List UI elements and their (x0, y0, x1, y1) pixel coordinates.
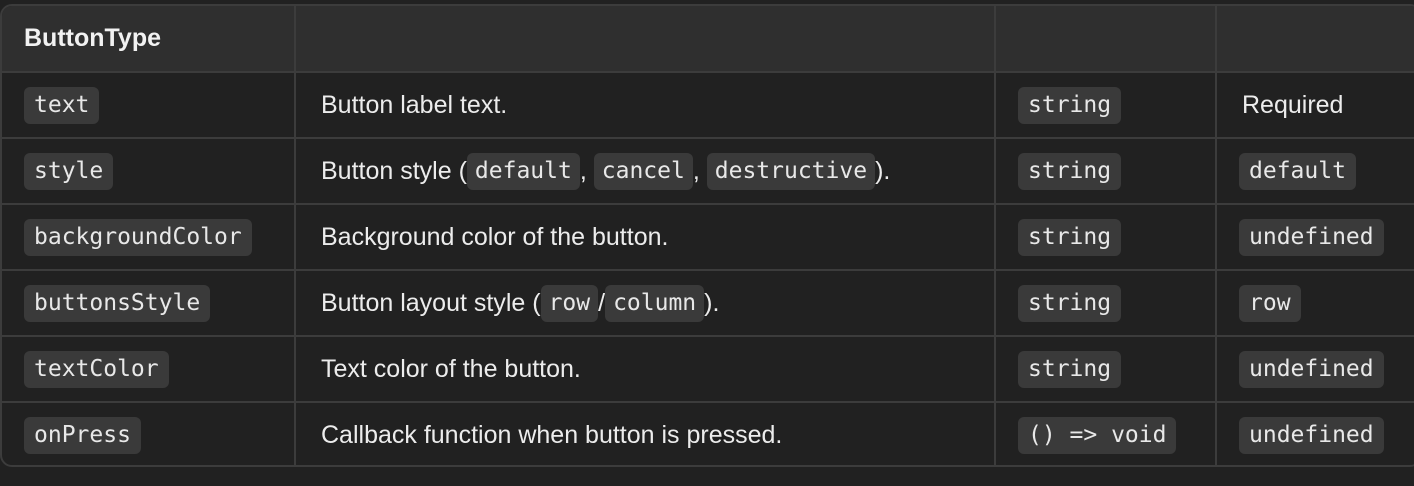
prop-default-cell: undefined (1216, 204, 1414, 271)
prop-type: string (1018, 218, 1122, 256)
prop-default: undefined (1239, 350, 1384, 388)
prop-default-cell: row (1216, 270, 1414, 337)
prop-name: backgroundColor (24, 218, 252, 256)
description-text: / (598, 288, 606, 317)
prop-name-cell: style (2, 138, 296, 205)
props-table-grid: ButtonType text Button label text. strin… (2, 6, 1414, 465)
description-text: ). (704, 288, 720, 317)
header-cell-default (1216, 6, 1414, 73)
table-title: ButtonType (2, 6, 296, 73)
header-cell-type (995, 6, 1217, 73)
prop-name: text (24, 86, 100, 124)
table-row: text Button label text. string Required (2, 72, 1414, 139)
prop-name-cell: backgroundColor (2, 204, 296, 271)
prop-name: style (24, 152, 114, 190)
prop-name-cell: text (2, 72, 296, 139)
prop-type-cell: string (995, 270, 1217, 337)
table-header-row: ButtonType (2, 6, 1414, 73)
prop-description: Button style (default, cancel, destructi… (295, 138, 996, 205)
prop-type-cell: string (995, 138, 1217, 205)
prop-type-cell: string (995, 72, 1217, 139)
prop-default: undefined (1239, 417, 1384, 454)
prop-type: () => void (1018, 417, 1177, 454)
prop-name-cell: onPress (2, 402, 296, 465)
prop-description: Button layout style (row / column). (295, 270, 996, 337)
prop-default: undefined (1239, 218, 1384, 256)
prop-description: Button label text. (295, 72, 996, 139)
prop-default: Required (1216, 72, 1414, 139)
prop-name-cell: buttonsStyle (2, 270, 296, 337)
prop-default: default (1239, 152, 1356, 190)
table-row: style Button style (default, cancel, des… (2, 138, 1414, 205)
header-cell-description (295, 6, 996, 73)
prop-description: Callback function when button is pressed… (295, 402, 996, 465)
description-text: ). (875, 156, 891, 185)
prop-type-cell: () => void (995, 402, 1217, 465)
prop-type-cell: string (995, 204, 1217, 271)
prop-default-cell: default (1216, 138, 1414, 205)
description-text: , (692, 156, 700, 185)
prop-name-cell: textColor (2, 336, 296, 403)
table-row: buttonsStyle Button layout style (row / co… (2, 270, 1414, 337)
table-row: onPress Callback function when button is… (2, 402, 1414, 465)
prop-type: string (1018, 350, 1122, 388)
option-code: cancel (593, 152, 693, 190)
option-code: row (540, 284, 599, 322)
prop-name: onPress (24, 417, 141, 454)
description-text: , (579, 156, 587, 185)
prop-type: string (1018, 86, 1122, 124)
option-code: destructive (706, 152, 876, 190)
table-row: backgroundColor Background color of the … (2, 204, 1414, 271)
prop-description: Background color of the button. (295, 204, 996, 271)
prop-name: textColor (24, 350, 169, 388)
description-text: Button layout style ( (321, 288, 541, 317)
option-code: column (605, 284, 705, 322)
prop-type: string (1018, 152, 1122, 190)
description-text: Button style ( (321, 156, 467, 185)
prop-name: buttonsStyle (24, 284, 211, 322)
prop-description: Text color of the button. (295, 336, 996, 403)
prop-type-cell: string (995, 336, 1217, 403)
table-row: textColor Text color of the button. stri… (2, 336, 1414, 403)
prop-default-cell: undefined (1216, 336, 1414, 403)
prop-type: string (1018, 284, 1122, 322)
prop-default-cell: undefined (1216, 402, 1414, 465)
option-code: default (466, 152, 580, 190)
prop-default: row (1239, 284, 1301, 322)
props-table: ButtonType text Button label text. strin… (0, 4, 1414, 467)
